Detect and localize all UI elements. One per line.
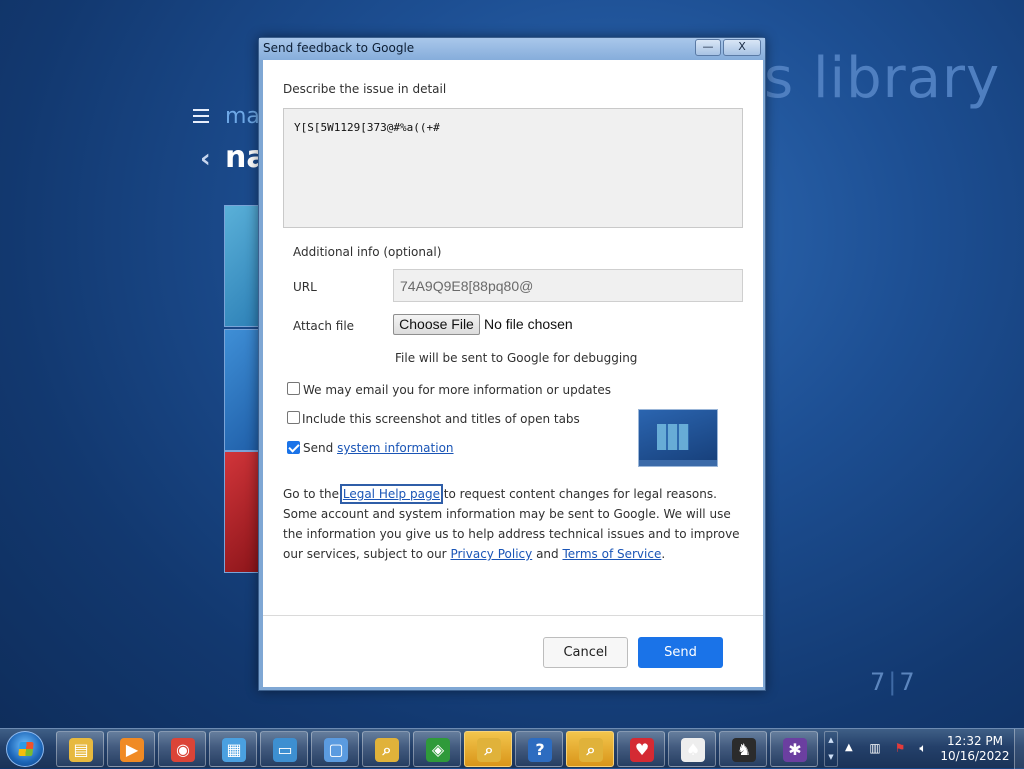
taskbar-app-chrome[interactable]: ◉ xyxy=(158,731,206,767)
volume-icon[interactable]: 🔈︎ xyxy=(916,741,930,755)
taskbar: ▤ ▶ ◉ ▦ ▭ ▢ ⌕ ◈ ⌕? ⌕ ♥ ♠ ♞ ✱ ▲ ▼ ▲ ▥ ⚑ 🔈︎ 12:32 PM 10/… xyxy=(0,728,1024,769)
search-icon: ⌕ xyxy=(375,738,399,762)
taskbar-app-remote-desktop[interactable]: ▭ xyxy=(260,731,308,767)
taskbar-app-window-app[interactable]: ▢ xyxy=(311,731,359,767)
screenshot-checkbox[interactable] xyxy=(287,411,300,424)
taskbar-app-hearts[interactable]: ♥ xyxy=(617,731,665,767)
cards-icon: ♠ xyxy=(681,738,705,762)
legal-text-3: and xyxy=(536,547,559,561)
system-clock[interactable]: 12:32 PM 10/16/2022 xyxy=(940,734,1010,764)
monitor-icon: ▭ xyxy=(273,738,297,762)
legal-text-4: . xyxy=(661,547,666,561)
clock-date: 10/16/2022 xyxy=(940,749,1010,763)
taskbar-app-search-folder-3[interactable]: ⌕ xyxy=(566,731,614,767)
feedback-dialog: Send feedback to Google — X Describe the… xyxy=(258,37,766,691)
window-icon: ▢ xyxy=(324,738,348,762)
clock-time: 12:32 PM xyxy=(947,734,1003,748)
system-info-checkbox[interactable] xyxy=(287,441,300,454)
minimize-button[interactable]: — xyxy=(695,39,721,56)
control-panel-icon: ▦ xyxy=(222,738,246,762)
hearts-game-icon: ♥ xyxy=(630,738,654,762)
email-option-label: We may email you for more information or… xyxy=(303,383,611,397)
start-button[interactable] xyxy=(6,731,44,767)
taskbar-app-media-player[interactable]: ▶ xyxy=(107,731,155,767)
taskbar-app-explorer[interactable]: ▤ xyxy=(56,731,104,767)
show-hidden-icons-icon[interactable]: ▲ xyxy=(845,742,853,753)
page-indicator: 7 | 7 xyxy=(870,668,915,696)
back-arrow-icon[interactable]: ‹ xyxy=(200,144,211,174)
system-info-prefix: Send xyxy=(303,441,334,455)
show-desktop-button[interactable] xyxy=(1014,729,1024,769)
dialog-content: Describe the issue in detail Y[S[5W1129[… xyxy=(263,60,763,687)
search-icon: ⌕ xyxy=(477,738,501,762)
chrome-icon: ◉ xyxy=(171,738,195,762)
file-note: File will be sent to Google for debuggin… xyxy=(395,351,638,365)
network-icon[interactable]: ▥ xyxy=(868,741,882,755)
taskbar-scroll[interactable]: ▲ ▼ xyxy=(824,731,838,767)
taskbar-app-search-folder[interactable]: ⌕ xyxy=(362,731,410,767)
screenshot-thumbnail[interactable] xyxy=(638,409,718,467)
legal-help-link[interactable]: Legal Help page xyxy=(339,484,443,504)
description-textarea[interactable]: Y[S[5W1129[373@#%a((+# xyxy=(283,108,743,228)
folder-icon: ▤ xyxy=(69,738,93,762)
email-checkbox[interactable] xyxy=(287,382,300,395)
privacy-policy-link[interactable]: Privacy Policy xyxy=(450,547,532,561)
screenshot-option-label: Include this screenshot and titles of op… xyxy=(302,412,580,426)
taskbar-app-windows-logo[interactable]: ◈ xyxy=(413,731,461,767)
taskbar-app-help[interactable]: ? xyxy=(515,731,563,767)
cancel-button[interactable]: Cancel xyxy=(543,637,628,668)
dialog-title: Send feedback to Google xyxy=(263,41,415,55)
system-info-option: Send system information xyxy=(303,441,454,455)
windows-logo-icon: ◈ xyxy=(426,738,450,762)
system-information-link[interactable]: system information xyxy=(337,441,453,455)
taskbar-app-spider[interactable]: ✱ xyxy=(770,731,818,767)
spider-icon: ✱ xyxy=(783,738,807,762)
legal-text: Go to the Legal Help page to request con… xyxy=(283,484,749,564)
no-file-chosen-text: No file chosen xyxy=(484,316,573,332)
dialog-titlebar[interactable]: Send feedback to Google — X xyxy=(259,38,765,60)
taskbar-app-control-panel[interactable]: ▦ xyxy=(209,731,257,767)
media-player-icon: ▶ xyxy=(120,738,144,762)
search-icon: ⌕ xyxy=(579,738,603,762)
chess-icon: ♞ xyxy=(732,738,756,762)
close-button[interactable]: X xyxy=(723,39,761,56)
page-current: 7 xyxy=(870,668,886,696)
url-label: URL xyxy=(293,280,317,294)
terms-of-service-link[interactable]: Terms of Service xyxy=(562,547,661,561)
background-heading: s library xyxy=(764,46,1001,111)
additional-info-label: Additional info (optional) xyxy=(293,245,442,259)
hamburger-menu-icon[interactable] xyxy=(193,109,209,123)
taskbar-app-chess[interactable]: ♞ xyxy=(719,731,767,767)
attach-file-label: Attach file xyxy=(293,319,355,333)
action-center-icon[interactable]: ⚑ xyxy=(893,741,907,755)
footer-divider xyxy=(263,615,763,616)
legal-text-1: Go to the xyxy=(283,487,340,501)
help-icon: ? xyxy=(528,738,552,762)
background-subtitle: ma xyxy=(225,104,260,129)
send-button[interactable]: Send xyxy=(638,637,723,668)
page-total: 7 xyxy=(899,668,915,696)
taskbar-app-solitaire[interactable]: ♠ xyxy=(668,731,716,767)
choose-file-button[interactable]: Choose File xyxy=(393,314,480,335)
describe-label: Describe the issue in detail xyxy=(283,82,447,96)
url-field[interactable]: 74A9Q9E8[88pq80@ xyxy=(393,269,743,302)
taskbar-app-search-folder-2[interactable]: ⌕ xyxy=(464,731,512,767)
